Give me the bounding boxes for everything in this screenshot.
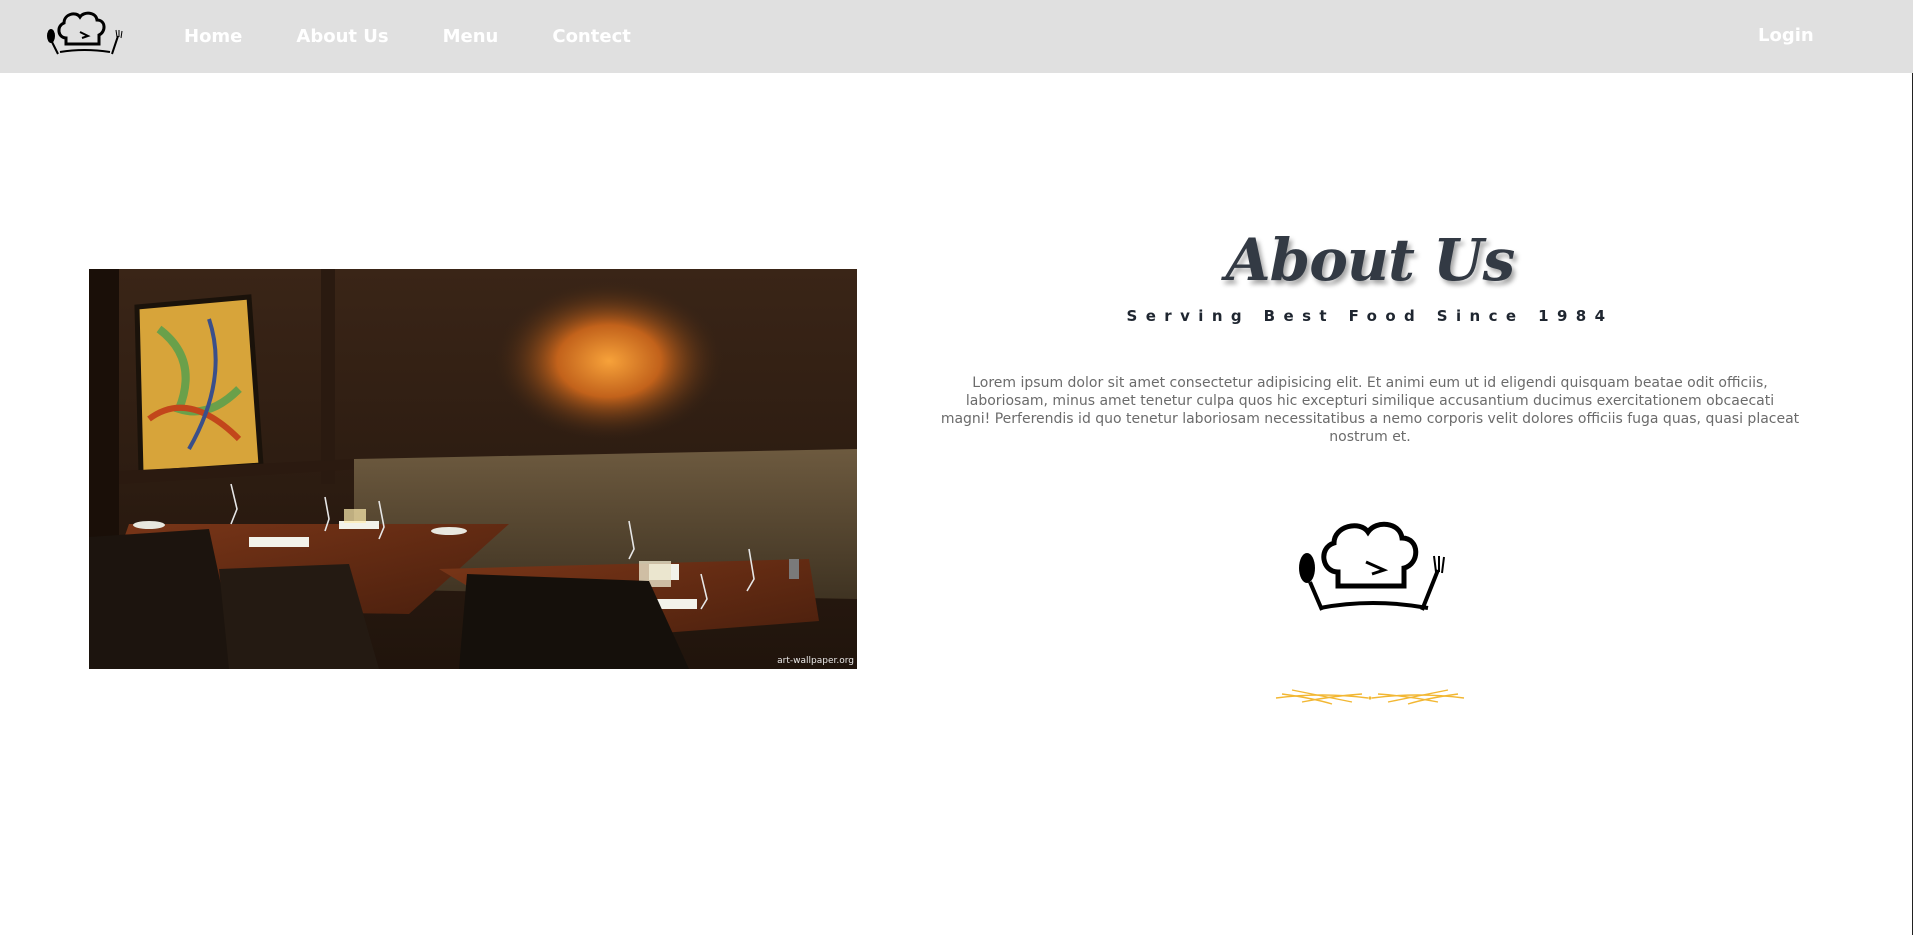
about-title: About Us — [1225, 226, 1516, 294]
wheat-divider-icon — [1275, 689, 1465, 705]
nav-menu-link[interactable]: Menu — [443, 0, 499, 73]
navbar: Home About Us Menu Contect Login — [0, 0, 1913, 73]
chef-hat-cutlery-icon[interactable] — [44, 8, 126, 60]
about-section: About Us Serving Best Food Since 1984 Lo… — [930, 220, 1810, 446]
photo-watermark: art-wallpaper.org — [777, 656, 854, 666]
login-link[interactable]: Login — [1758, 0, 1814, 71]
nav-contact-link[interactable]: Contect — [552, 0, 630, 73]
about-description: Lorem ipsum dolor sit amet consectetur a… — [940, 375, 1800, 445]
chef-hat-cutlery-icon — [1299, 521, 1445, 611]
restaurant-photo: art-wallpaper.org — [89, 269, 857, 669]
restaurant-interior-image — [89, 269, 857, 669]
main-nav: Home About Us Menu Contect — [184, 0, 685, 73]
nav-home-link[interactable]: Home — [184, 0, 242, 73]
nav-about-link[interactable]: About Us — [296, 0, 388, 73]
about-subtitle: Serving Best Food Since 1984 — [1126, 307, 1614, 325]
